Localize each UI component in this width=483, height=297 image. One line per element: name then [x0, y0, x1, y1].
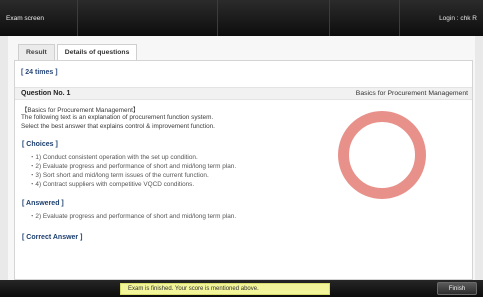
main-panel: Result Details of questions [ 24 times ]…	[8, 36, 475, 280]
question-header: Question No. 1 Basics for Procurement Ma…	[15, 87, 472, 100]
choice-item: ・3) Sort short and mid/long term issues …	[29, 172, 209, 179]
login-status: Login : chk R	[439, 14, 477, 22]
finish-button[interactable]: Finish	[437, 282, 477, 295]
tab-details-of-questions[interactable]: Details of questions	[56, 44, 138, 61]
choice-item: ・1) Conduct consistent operation with th…	[29, 154, 198, 161]
top-bar-segment	[218, 0, 330, 36]
choice-item: ・2) Evaluate progress and performance of…	[29, 163, 237, 170]
answered-header: [ Answered ]	[22, 200, 64, 207]
app-title: Exam screen	[0, 0, 78, 36]
correct-circle-icon	[338, 111, 426, 199]
tab-bar: Result Details of questions	[18, 44, 139, 61]
top-bar-segment	[330, 0, 400, 36]
answered-value: ・2) Evaluate progress and performance of…	[29, 213, 237, 220]
tab-result[interactable]: Result	[18, 44, 55, 61]
question-category: Basics for Procurement Management	[355, 90, 468, 97]
question-details: [ 24 times ] Question No. 1 Basics for P…	[14, 60, 473, 280]
choice-item: ・4) Contract suppliers with competitive …	[29, 181, 195, 188]
choices-header: [ Choices ]	[22, 141, 58, 148]
top-bar-segment	[78, 0, 218, 36]
question-number: Question No. 1	[21, 90, 71, 97]
top-bar: Exam screen Login : chk R	[0, 0, 483, 36]
correct-answer-header: [ Correct Answer ]	[22, 234, 83, 241]
attempt-count: [ 24 times ]	[21, 69, 58, 76]
question-tag: 【Basics for Procurement Management】	[21, 107, 140, 114]
question-text-line: Select the best answer that explains con…	[21, 123, 215, 130]
question-text-line: The following text is an explanation of …	[21, 114, 214, 121]
status-message: Exam is finished. Your score is mentione…	[120, 283, 330, 295]
